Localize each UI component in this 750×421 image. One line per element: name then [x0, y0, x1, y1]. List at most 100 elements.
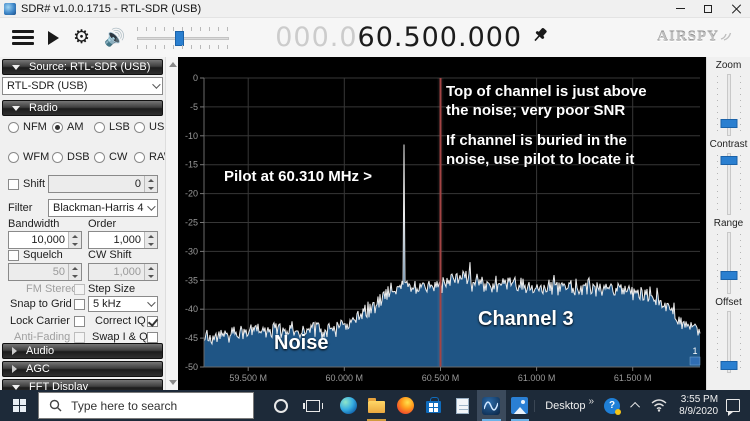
show-hidden-icons-chevron[interactable]	[630, 402, 640, 412]
cortana-button[interactable]	[266, 390, 295, 421]
spinner-down-icon[interactable]	[69, 240, 81, 248]
task-view-button[interactable]	[299, 390, 328, 421]
pilot-label: Pilot at 60.310 MHz >	[224, 168, 372, 187]
maximize-button[interactable]	[694, 0, 722, 17]
desktop-toolbar[interactable]: Desktop »	[534, 400, 598, 412]
source-panel-header[interactable]: Source: RTL-SDR (USB)	[2, 59, 163, 75]
firefox-button[interactable]	[391, 390, 420, 421]
start-button[interactable]	[0, 390, 38, 421]
shift-spinner[interactable]: 0	[48, 175, 158, 193]
collapse-triangle-icon	[12, 385, 20, 390]
microsoft-store-button[interactable]	[420, 390, 449, 421]
bandwidth-spinner[interactable]: 10,000	[8, 231, 82, 249]
step-size-label: Step Size	[88, 283, 135, 295]
spinner-up-icon[interactable]	[69, 232, 81, 240]
sdrsharp-taskbar-button[interactable]	[477, 390, 506, 421]
spinner-down-icon[interactable]	[145, 240, 157, 248]
slider-thumb[interactable]	[720, 361, 737, 370]
notepad-button[interactable]	[448, 390, 477, 421]
shift-label: Shift	[23, 178, 45, 190]
minimize-button[interactable]	[666, 0, 694, 17]
wifi-icon[interactable]	[651, 399, 667, 412]
lock-carrier-checkbox[interactable]	[74, 316, 85, 327]
spinner-up-icon[interactable]	[145, 232, 157, 240]
mode-radio-dsb[interactable]: DSB	[52, 151, 94, 163]
step-size-select[interactable]: 5 kHz	[88, 296, 158, 312]
slider-thumb[interactable]	[720, 156, 737, 165]
snap-to-grid-checkbox[interactable]	[74, 299, 85, 310]
toolbar-overflow-chevron[interactable]: »	[589, 396, 595, 407]
volume-slider[interactable]	[137, 27, 229, 49]
radio-icon[interactable]	[8, 122, 19, 133]
radio-panel-header[interactable]: Radio	[2, 100, 163, 116]
volume-speaker-icon[interactable]: 🔊	[104, 29, 125, 46]
volume-slider-thumb[interactable]	[175, 31, 184, 46]
spinner-down-icon[interactable]	[145, 184, 157, 192]
edge-button[interactable]	[334, 390, 363, 421]
squelch-spinner[interactable]: 50	[8, 263, 82, 281]
mode-radio-lsb[interactable]: LSB	[94, 121, 134, 133]
mode-radio-wfm[interactable]: WFM	[8, 151, 52, 163]
correct-iq-checkbox[interactable]	[147, 316, 158, 327]
offset-slider[interactable]	[714, 311, 744, 373]
spinner-up-icon[interactable]	[145, 176, 157, 184]
time: 3:55 PM	[679, 394, 718, 406]
svg-text:61.500 M: 61.500 M	[614, 373, 652, 383]
mode-radio-nfm[interactable]: NFM	[8, 121, 52, 133]
channel-label: Channel 3	[478, 307, 574, 332]
maximize-icon	[704, 5, 712, 13]
fft-spectrum-display[interactable]: 0-5-10-15-20-25-30-35-40-45-5059.500 M60…	[178, 57, 706, 390]
marker-1-handle[interactable]	[690, 357, 700, 365]
radio-icon[interactable]	[134, 122, 145, 133]
radio-icon[interactable]	[52, 152, 63, 163]
radio-icon[interactable]	[8, 152, 19, 163]
collapse-triangle-icon	[12, 106, 20, 111]
cw-shift-label: CW Shift	[88, 249, 131, 261]
taskbar-search-input[interactable]: Type here to search	[38, 392, 254, 419]
radio-icon[interactable]	[94, 152, 105, 163]
slider-track[interactable]	[727, 232, 731, 294]
contrast-slider[interactable]	[714, 153, 744, 215]
squelch-checkbox[interactable]	[8, 250, 19, 261]
zoom-slider[interactable]	[714, 74, 744, 136]
mode-radio-cw[interactable]: CW	[94, 151, 134, 163]
mode-radio-am[interactable]: AM	[52, 121, 94, 133]
svg-text:61.000 M: 61.000 M	[518, 373, 556, 383]
file-explorer-icon	[368, 401, 385, 413]
cw-shift-spinner[interactable]: 1,000	[88, 263, 158, 281]
slider-thumb[interactable]	[720, 271, 737, 280]
get-help-tray-icon[interactable]: ?	[604, 398, 620, 414]
slider-thumb[interactable]	[720, 119, 737, 128]
range-slider[interactable]	[714, 232, 744, 294]
radio-icon[interactable]	[134, 152, 145, 163]
panel-header-audio[interactable]: Audio	[2, 343, 163, 359]
radio-icon[interactable]	[94, 122, 105, 133]
radio-icon[interactable]	[52, 122, 63, 133]
display-sliders-panel: ZoomContrastRangeOffset	[706, 57, 750, 390]
close-button[interactable]	[722, 0, 750, 17]
order-spinner[interactable]: 1,000	[88, 231, 158, 249]
action-center-icon[interactable]	[726, 399, 740, 412]
scroll-down-icon[interactable]	[169, 380, 177, 385]
expand-triangle-icon	[12, 347, 17, 355]
shift-checkbox[interactable]	[8, 179, 19, 190]
fm-stereo-label: FM Stereo	[26, 283, 77, 295]
clock[interactable]: 3:55 PM 8/9/2020	[679, 394, 718, 418]
scroll-up-icon[interactable]	[169, 62, 177, 67]
expand-triangle-icon	[12, 365, 17, 373]
frequency-display[interactable]: 000.060.500.000	[275, 22, 522, 53]
taskbar: Type here to search Desktop » ?	[0, 390, 750, 421]
swap-iq-checkbox[interactable]	[147, 332, 158, 343]
sidebar-scrollbar[interactable]	[165, 57, 178, 390]
menu-button[interactable]	[12, 30, 34, 45]
file-explorer-button[interactable]	[362, 390, 391, 421]
panel-header-agc[interactable]: AGC	[2, 361, 163, 377]
photos-button[interactable]	[506, 390, 535, 421]
spinner-up-icon	[145, 264, 157, 272]
filter-select[interactable]: Blackman-Harris 4	[48, 199, 158, 217]
source-select[interactable]: RTL-SDR (USB)	[2, 77, 163, 95]
settings-gear-icon[interactable]: ⚙	[73, 28, 90, 47]
start-playback-button[interactable]	[48, 31, 59, 45]
frequency-leading-zeros: 000.0	[275, 22, 357, 53]
pin-frequency-icon[interactable]	[532, 27, 549, 49]
